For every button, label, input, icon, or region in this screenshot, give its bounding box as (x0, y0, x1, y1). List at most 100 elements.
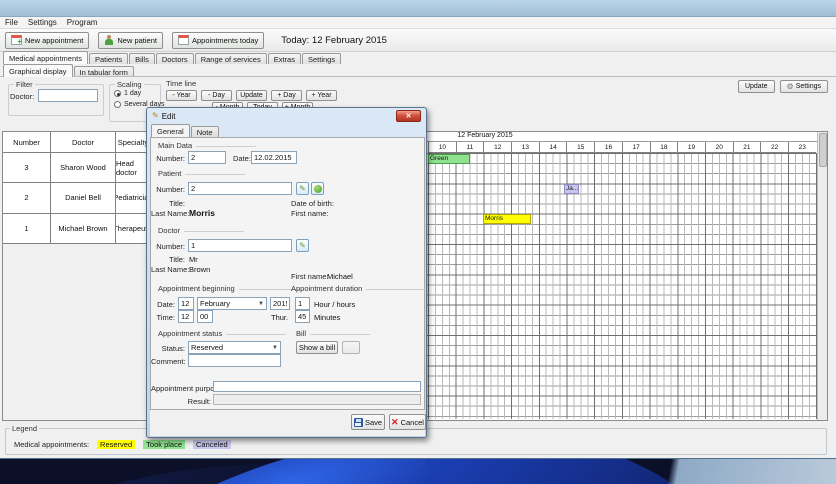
doctor-title-value: Mr (189, 255, 198, 264)
appointment-block-morris[interactable]: Morris (483, 214, 531, 224)
patient-lastname-value: Morris (189, 208, 215, 218)
tab-range-of-services[interactable]: Range of services (194, 53, 267, 64)
tab-bills[interactable]: Bills (129, 53, 155, 64)
purpose-input[interactable] (213, 381, 421, 392)
hour-header-10: 10 (428, 142, 456, 153)
tab-doctors[interactable]: Doctors (155, 53, 194, 64)
doctor-edit-button[interactable]: ✎ (296, 239, 309, 252)
legend-title: Legend (10, 424, 40, 433)
main-tab-bar: Medical appointments Patients Bills Doctors… (3, 51, 342, 64)
table-header-doctor: Doctor (51, 132, 116, 153)
doctor-row-name[interactable]: Sharon Wood (51, 153, 116, 184)
doctor-lastname-value: Brown (189, 265, 211, 274)
tab-medical-appointments[interactable]: Medical appointments (3, 51, 88, 64)
scaling-1day-radio[interactable]: 1 day (114, 90, 141, 97)
cancel-button[interactable]: ✕ Cancel (389, 414, 426, 430)
hour-header-17: 17 (621, 142, 650, 153)
patient-number-input[interactable] (188, 182, 292, 195)
timeline-update-button[interactable]: Update (236, 90, 267, 101)
show-bill-label: Show a bill (298, 343, 336, 352)
dialog-title: Edit (161, 111, 176, 121)
settings-button[interactable]: ⚙ Settings (779, 80, 828, 93)
menu-item-settings[interactable]: Settings (28, 18, 57, 27)
doctor-firstname-label: First name: (291, 272, 329, 281)
dialog-tab-general[interactable]: General (151, 124, 190, 137)
timeline-year-button[interactable]: + Year (306, 90, 337, 101)
timeline-day-button[interactable]: - Day (201, 90, 232, 101)
result-input[interactable] (213, 394, 421, 405)
tab-extras[interactable]: Extras (267, 53, 301, 64)
bill-secondary-button[interactable] (342, 341, 360, 354)
dialog-close-button[interactable]: ✕ (396, 110, 421, 122)
timeline-vertical-scrollbar[interactable] (817, 132, 827, 420)
comment-label: Comment: (151, 357, 186, 366)
refresh-update-button[interactable]: Update (737, 80, 775, 93)
main-date-input[interactable] (251, 151, 297, 164)
duration-hours-input[interactable] (295, 297, 310, 310)
main-number-input[interactable] (188, 151, 226, 164)
tab-settings[interactable]: Settings (301, 53, 342, 64)
beginning-day-input[interactable] (178, 297, 194, 310)
scaling-1day-label: 1 day (124, 90, 142, 97)
view-tab-graphical-display[interactable]: Graphical display (3, 64, 73, 77)
doctor-row-number[interactable]: 2 (3, 183, 51, 214)
dialog-tab-bar: General Note (151, 124, 220, 137)
filter-group-title: Filter (14, 80, 35, 89)
hour-header-19: 19 (677, 142, 705, 153)
edit-pencil-icon: ✎ (299, 240, 306, 250)
purpose-label: Appointment purpose: (151, 384, 225, 393)
hour-header-15: 15 (566, 142, 594, 153)
patient-group-label: Patient (158, 169, 245, 178)
legend-caption: Medical appointments: (14, 440, 90, 449)
patient-add-button[interactable] (311, 182, 324, 195)
beginning-month-select[interactable]: February ▼ (197, 297, 267, 310)
cancel-label: Cancel (400, 417, 424, 427)
scrollbar-thumb[interactable] (819, 133, 827, 167)
doctor-row-name[interactable]: Daniel Bell (51, 183, 116, 214)
today-date-label: Today: 12 February 2015 (281, 34, 387, 46)
doctor-number-input[interactable] (188, 239, 292, 252)
new-appointment-button[interactable]: New appointment (5, 31, 90, 49)
duration-minutes-input[interactable] (295, 310, 310, 323)
doctor-row-number[interactable]: 3 (3, 153, 51, 184)
doctor-row-number[interactable]: 1 (3, 213, 51, 244)
appointment-block-green[interactable]: Green (428, 154, 470, 164)
beginning-year-input[interactable] (270, 297, 290, 310)
beginning-minute-input[interactable] (197, 310, 213, 323)
duration-group-label: Appointment duration (291, 284, 426, 293)
menu-item-program[interactable]: Program (67, 18, 98, 27)
weekday-label: Thur. (271, 313, 289, 322)
beginning-hour-input[interactable] (178, 310, 194, 323)
dialog-tab-note[interactable]: Note (190, 126, 219, 137)
status-label: Status: (161, 344, 185, 353)
hour-header-23: 23 (787, 142, 816, 153)
timeline-nav-row1: - Year - Day Update + Day + Year (166, 90, 337, 101)
status-select[interactable]: Reserved ▼ (188, 341, 281, 354)
hour-header-16: 16 (594, 142, 622, 153)
tab-patients[interactable]: Patients (88, 53, 129, 64)
timeline-group-title: Time line (166, 79, 197, 88)
appointment-block-ja[interactable]: Ja... (564, 184, 579, 194)
hour-header-22: 22 (760, 142, 788, 153)
legend-item-reserved: Reserved (97, 440, 136, 449)
doctor-row-name[interactable]: Michael Brown (51, 213, 116, 244)
timeline-day-button[interactable]: + Day (271, 90, 302, 101)
save-button[interactable]: Save (351, 414, 385, 430)
patient-edit-button[interactable]: ✎ (296, 182, 309, 195)
patient-dob-label: Date of birth: (291, 199, 334, 208)
filter-doctor-input[interactable] (38, 89, 98, 102)
radio-unselected-icon (114, 101, 121, 108)
beginning-group-label: Appointment beginning (158, 284, 299, 293)
appointments-today-button[interactable]: Appointments today (171, 31, 265, 49)
menu-item-file[interactable]: File (5, 18, 18, 27)
new-patient-button[interactable]: New patient (98, 31, 163, 49)
dialog-titlebar[interactable]: ✎ Edit (147, 108, 426, 124)
doctor-title-label: Title: (169, 255, 185, 264)
window-titlebar[interactable] (0, 0, 836, 17)
comment-input[interactable] (188, 354, 281, 367)
timeline-year-button[interactable]: - Year (166, 90, 197, 101)
patient-title-label: Title: (169, 199, 185, 208)
bill-group-label: Bill (296, 329, 370, 338)
dialog-bottom-bar: Save ✕ Cancel (150, 410, 426, 436)
show-bill-button[interactable]: Show a bill (296, 341, 338, 354)
